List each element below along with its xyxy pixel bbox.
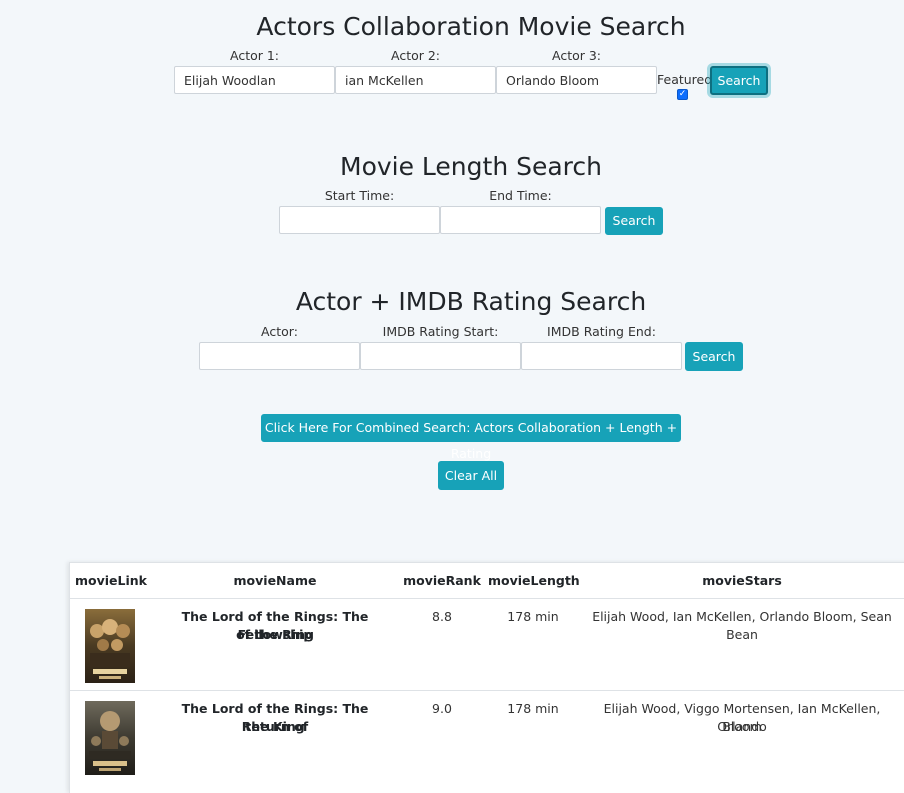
rating-search-button[interactable]: Search [685, 342, 743, 371]
rating-actor-label: Actor: [261, 324, 298, 339]
end-time-input[interactable] [440, 206, 601, 234]
actor2-input[interactable] [335, 66, 496, 94]
actor1-input[interactable] [174, 66, 335, 94]
column-header-moviename: movieName [233, 573, 317, 588]
rating-start-label: IMDB Rating Start: [382, 324, 499, 339]
actor1-label: Actor 1: [229, 48, 280, 63]
length-search-button[interactable]: Search [605, 207, 663, 235]
clear-all-button[interactable]: Clear All [438, 461, 504, 490]
actor3-label: Actor 3: [551, 48, 602, 63]
column-header-movielength: movieLength [488, 573, 580, 588]
fellowship-poster[interactable] [85, 609, 135, 683]
column-header-moviestars: movieStars [702, 573, 782, 588]
featured-label: Featured [657, 72, 713, 87]
movie-stars-line: Elijah Wood, Ian McKellen, Orlando Bloom… [592, 609, 892, 642]
row-divider [70, 690, 904, 691]
movie-length: 178 min [507, 701, 559, 716]
movie-rank: 9.0 [432, 701, 452, 716]
rating-end-label: IMDB Rating End: [547, 324, 656, 339]
combined-search-button[interactable]: Click Here For Combined Search: Actors C… [261, 414, 681, 461]
actors-search-button[interactable]: Search [710, 66, 768, 95]
movie-length: 178 min [507, 609, 559, 624]
movie-stars-line: Bloom [722, 719, 762, 734]
start-time-input[interactable] [279, 206, 440, 234]
actor3-input[interactable] [496, 66, 657, 94]
end-time-label: End Time: [489, 188, 552, 203]
column-header-movierank: movieRank [403, 573, 481, 588]
rating-end-input[interactable] [521, 342, 682, 370]
length-search-title: Movie Length Search [340, 152, 602, 181]
movie-name-line: the King [245, 719, 305, 734]
column-header-movielink: movieLink [75, 573, 147, 588]
rating-start-input[interactable] [360, 342, 521, 370]
actor2-label: Actor 2: [390, 48, 441, 63]
results-table: movieLink movieName movieRank movieLengt… [69, 562, 904, 793]
checkmark-icon: ✓ [678, 89, 687, 99]
featured-checkbox[interactable]: ✓ [677, 89, 688, 100]
rating-search-title: Actor + IMDB Rating Search [295, 287, 647, 316]
return-of-the-king-poster[interactable] [85, 701, 135, 775]
start-time-label: Start Time: [324, 188, 395, 203]
movie-rank: 8.8 [432, 609, 452, 624]
actors-search-title: Actors Collaboration Movie Search [256, 12, 686, 41]
rating-actor-input[interactable] [199, 342, 360, 370]
movie-name-line: of the Ring [236, 627, 314, 642]
header-divider [70, 598, 904, 599]
